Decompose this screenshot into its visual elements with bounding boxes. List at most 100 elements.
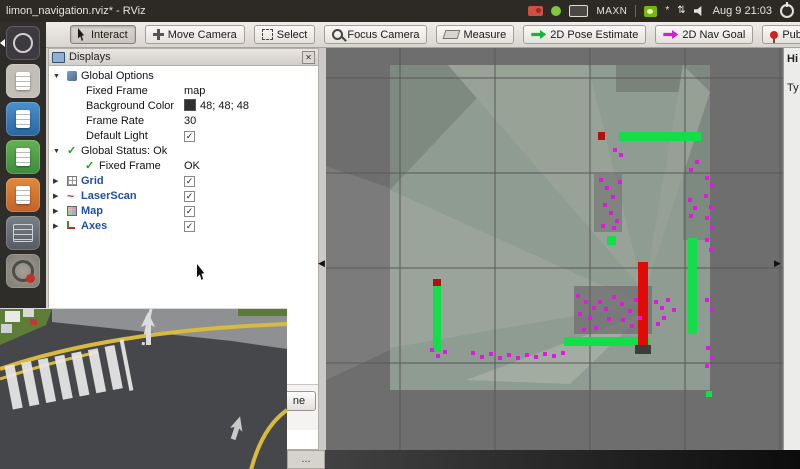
collapse-right-arrow[interactable]: ▶ — [774, 258, 781, 268]
clock-label[interactable]: Aug 9 21:03 — [713, 5, 772, 17]
status-ok-check-icon: ✓ — [67, 144, 76, 159]
pose-estimate-button[interactable]: 2D Pose Estimate — [523, 25, 646, 44]
unity-launcher — [0, 22, 46, 308]
camera-feed-image — [0, 309, 287, 469]
status-fixed-frame-label: Fixed Frame — [99, 159, 161, 174]
move-camera-button[interactable]: Move Camera — [145, 25, 245, 44]
laserscan-checkbox[interactable]: ✓ — [184, 191, 195, 202]
row-background-color[interactable]: Background Color 48; 48; 48 — [49, 99, 318, 114]
collapse-left-arrow[interactable]: ◀ — [318, 258, 325, 268]
time-panel-body — [325, 450, 800, 469]
power-mode-label[interactable]: MAXN — [596, 6, 627, 17]
map-label: Map — [81, 204, 103, 219]
measure-label: Measure — [463, 29, 506, 41]
displays-panel-header[interactable]: Displays ✕ — [49, 49, 318, 66]
displays-close-button[interactable]: ✕ — [302, 51, 315, 64]
row-global-options[interactable]: ▼ Global Options — [49, 69, 318, 84]
global-options-icon — [67, 71, 77, 81]
select-button[interactable]: Select — [254, 25, 316, 44]
power-icon[interactable] — [780, 4, 794, 18]
displays-panel-title: Displays — [69, 51, 111, 63]
expand-arrow-icon[interactable]: ▶ — [53, 204, 63, 219]
global-options-label: Global Options — [81, 69, 154, 84]
focus-magnifier-icon — [332, 29, 343, 40]
frame-rate-label: Frame Rate — [86, 114, 144, 129]
check-icon: ✓ — [185, 132, 194, 141]
select-label: Select — [277, 29, 308, 41]
launcher-workspace-icon[interactable] — [6, 26, 40, 60]
camera-feed-panel — [0, 308, 287, 469]
select-box-icon — [262, 29, 273, 40]
background-color-value[interactable]: 48; 48; 48 — [184, 99, 249, 114]
status-fixed-frame-value: OK — [184, 159, 200, 174]
pose-estimate-label: 2D Pose Estimate — [550, 29, 638, 41]
row-global-status[interactable]: ▼ ✓ Global Status: Ok — [49, 144, 318, 159]
system-tray: MAXN * ⇅ Aug 9 21:03 — [528, 4, 800, 18]
publish-point-pin-icon — [770, 31, 778, 39]
move-camera-label: Move Camera — [168, 29, 237, 41]
row-frame-rate[interactable]: Frame Rate 30 — [49, 114, 318, 129]
map-display-icon — [67, 206, 77, 216]
measure-button[interactable]: Measure — [436, 25, 514, 44]
keyboard-indicator-icon[interactable] — [569, 5, 588, 17]
views-panel-fragment: Hi — [787, 53, 798, 65]
measure-ruler-icon — [443, 30, 461, 39]
row-map[interactable]: ▶ Map ✓ — [49, 204, 318, 219]
map-visualization — [326, 48, 783, 450]
nav-goal-button[interactable]: 2D Nav Goal — [655, 25, 753, 44]
network-arrows-icon[interactable]: ⇅ — [677, 6, 685, 16]
grid-checkbox[interactable]: ✓ — [184, 176, 195, 187]
focus-camera-button[interactable]: Focus Camera — [324, 25, 427, 44]
fixed-frame-value[interactable]: map — [184, 84, 205, 99]
launcher-cabinet-icon[interactable] — [6, 216, 40, 250]
launcher-impress-icon[interactable] — [6, 178, 40, 212]
time-panel-toggle[interactable]: ... — [287, 450, 325, 469]
launcher-writer-icon[interactable] — [6, 102, 40, 136]
default-light-checkbox[interactable]: ✓ — [184, 131, 195, 142]
rename-button-fragment[interactable]: ne — [282, 391, 316, 411]
system-titlebar: limon_navigation.rviz* - RViz MAXN * ⇅ A… — [0, 0, 800, 22]
row-axes[interactable]: ▶ Axes ✓ — [49, 219, 318, 234]
camera-indicator-icon[interactable] — [528, 6, 543, 16]
bluetooth-icon[interactable]: * — [665, 6, 669, 16]
row-default-light[interactable]: Default Light ✓ — [49, 129, 318, 144]
move-camera-icon — [153, 29, 164, 40]
axes-display-icon — [67, 221, 75, 229]
interact-cursor-icon — [78, 28, 87, 41]
launcher-calc-icon[interactable] — [6, 140, 40, 174]
expand-arrow-icon[interactable]: ▶ — [53, 189, 63, 204]
launcher-settings-icon[interactable] — [6, 254, 40, 288]
row-fixed-frame[interactable]: Fixed Frame map — [49, 84, 318, 99]
row-grid[interactable]: ▶ Grid ✓ — [49, 174, 318, 189]
focus-camera-label: Focus Camera — [347, 29, 419, 41]
expand-arrow-icon[interactable]: ▶ — [53, 174, 63, 189]
background-color-text: 48; 48; 48 — [200, 100, 249, 112]
row-status-fixed-frame[interactable]: ✓ Fixed Frame OK — [49, 159, 318, 174]
row-laserscan[interactable]: ▶ ~ LaserScan ✓ — [49, 189, 318, 204]
expand-arrow-icon[interactable]: ▼ — [53, 69, 63, 84]
check-icon: ✓ — [185, 192, 194, 201]
views-panel-sliver[interactable]: Hi Ty — [783, 48, 800, 450]
render-view[interactable] — [326, 48, 783, 450]
default-light-label: Default Light — [86, 129, 148, 144]
laserscan-label: LaserScan — [81, 189, 137, 204]
frame-rate-value[interactable]: 30 — [184, 114, 196, 129]
background-color-label: Background Color — [86, 99, 174, 114]
nvidia-icon[interactable] — [644, 6, 657, 17]
interact-button[interactable]: Interact — [70, 25, 136, 44]
workspace-circle-icon — [13, 33, 33, 53]
calc-page-icon — [16, 148, 30, 166]
expand-arrow-icon[interactable]: ▶ — [53, 219, 63, 234]
recorder-indicator-icon[interactable] — [551, 6, 561, 16]
map-checkbox[interactable]: ✓ — [184, 206, 195, 217]
nav-goal-arrow-icon — [663, 30, 678, 39]
volume-icon[interactable] — [694, 6, 705, 16]
axes-checkbox[interactable]: ✓ — [184, 221, 195, 232]
writer-page-icon — [16, 110, 30, 128]
expand-arrow-icon[interactable]: ▼ — [53, 144, 63, 159]
launcher-files-icon[interactable] — [6, 64, 40, 98]
panel-splitter[interactable] — [319, 48, 326, 450]
views-type-fragment: Ty — [787, 82, 799, 94]
publish-point-button[interactable]: Publish Point — [762, 25, 800, 44]
displays-panel-icon — [52, 52, 65, 63]
